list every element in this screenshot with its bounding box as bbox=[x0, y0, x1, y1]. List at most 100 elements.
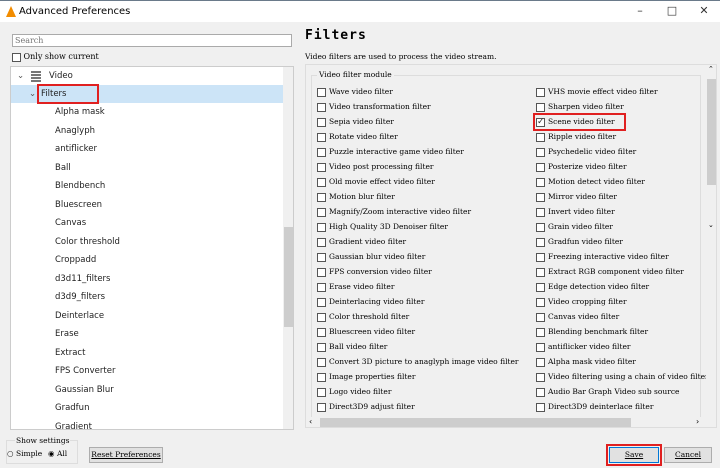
tree-item[interactable]: Deinterlace bbox=[55, 307, 104, 325]
filter-checkbox[interactable]: Gradient video filter bbox=[317, 236, 406, 248]
tree-item[interactable]: FPS Converter bbox=[55, 362, 115, 380]
checkbox[interactable] bbox=[317, 327, 326, 337]
checkbox[interactable] bbox=[536, 372, 545, 382]
filter-checkbox[interactable]: Sepia video filter bbox=[317, 116, 394, 128]
checkbox[interactable] bbox=[536, 327, 545, 337]
tree-item[interactable]: Blendbench bbox=[55, 177, 105, 195]
tree-item[interactable]: Erase bbox=[55, 325, 79, 343]
checkbox[interactable] bbox=[317, 87, 326, 97]
tree-item[interactable]: Gaussian Blur bbox=[55, 381, 114, 399]
checkbox[interactable] bbox=[317, 312, 326, 322]
checkbox[interactable] bbox=[536, 357, 545, 367]
checkbox[interactable] bbox=[317, 342, 326, 352]
checkbox[interactable] bbox=[317, 147, 326, 157]
filter-checkbox[interactable]: Direct3D9 deinterlace filter bbox=[536, 401, 653, 413]
filter-checkbox[interactable]: Rotate video filter bbox=[317, 131, 398, 143]
filter-checkbox[interactable]: Posterize video filter bbox=[536, 161, 627, 173]
checkbox[interactable] bbox=[536, 282, 545, 292]
filter-checkbox[interactable]: Canvas video filter bbox=[536, 311, 619, 323]
chevron-down-icon[interactable]: ⌄ bbox=[17, 67, 24, 85]
tree-item[interactable]: antiflicker bbox=[55, 140, 97, 158]
checkbox[interactable] bbox=[536, 102, 545, 112]
checkbox[interactable] bbox=[317, 372, 326, 382]
checkbox[interactable] bbox=[317, 192, 326, 202]
checkbox[interactable] bbox=[536, 297, 545, 307]
scrollbar-thumb[interactable] bbox=[320, 418, 631, 427]
filter-checkbox[interactable]: VHS movie effect video filter bbox=[536, 86, 658, 98]
filter-checkbox[interactable]: Puzzle interactive game video filter bbox=[317, 146, 464, 158]
tree-scrollbar[interactable] bbox=[283, 67, 293, 429]
checkbox[interactable] bbox=[317, 237, 326, 247]
filter-checkbox[interactable]: Grain video filter bbox=[536, 221, 613, 233]
checkbox[interactable] bbox=[536, 177, 545, 187]
scroll-up-icon[interactable]: ⌃ bbox=[708, 65, 714, 73]
checkbox[interactable] bbox=[317, 387, 326, 397]
checkbox[interactable] bbox=[536, 192, 545, 202]
checkbox[interactable] bbox=[317, 267, 326, 277]
tree-item[interactable]: Ball bbox=[55, 159, 71, 177]
filter-checkbox[interactable]: Color threshold filter bbox=[317, 311, 409, 323]
radio-simple[interactable]: ○ Simple bbox=[7, 449, 42, 458]
filter-checkbox[interactable]: Direct3D9 adjust filter bbox=[317, 401, 415, 413]
tree-item[interactable]: Alpha mask bbox=[55, 103, 105, 121]
filter-checkbox[interactable]: Old movie effect video filter bbox=[317, 176, 435, 188]
filter-checkbox[interactable]: Audio Bar Graph Video sub source bbox=[536, 386, 679, 398]
checkbox[interactable] bbox=[536, 147, 545, 157]
checkbox[interactable] bbox=[317, 357, 326, 367]
filter-checkbox[interactable]: Edge detection video filter bbox=[536, 281, 649, 293]
maximize-button[interactable]: □ bbox=[662, 4, 682, 17]
vertical-scrollbar[interactable]: ⌃ ⌄ bbox=[706, 65, 716, 417]
checkbox[interactable] bbox=[536, 252, 545, 262]
filter-checkbox[interactable]: Psychedelic video filter bbox=[536, 146, 636, 158]
filter-checkbox[interactable]: Scene video filter bbox=[533, 113, 626, 131]
tree-item[interactable]: Canvas bbox=[55, 214, 86, 232]
filter-checkbox[interactable]: Video filtering using a chain of video f… bbox=[536, 371, 716, 383]
filter-checkbox[interactable]: Convert 3D picture to anaglyph image vid… bbox=[317, 356, 519, 368]
reset-preferences-button[interactable]: Reset Preferences bbox=[89, 447, 163, 463]
tree-item[interactable]: Color threshold bbox=[55, 233, 120, 251]
filter-checkbox[interactable]: Extract RGB component video filter bbox=[536, 266, 684, 278]
filter-checkbox[interactable]: Gaussian blur video filter bbox=[317, 251, 425, 263]
checkbox[interactable] bbox=[536, 87, 545, 97]
radio-all[interactable]: ◉ All bbox=[48, 449, 67, 458]
checkbox[interactable] bbox=[317, 207, 326, 217]
filter-checkbox[interactable]: Video transformation filter bbox=[317, 101, 431, 113]
checkbox[interactable] bbox=[536, 267, 545, 277]
checkbox[interactable] bbox=[536, 237, 545, 247]
chevron-down-icon[interactable]: ⌄ bbox=[29, 85, 36, 103]
filter-checkbox[interactable]: Blending benchmark filter bbox=[536, 326, 648, 338]
tree-item[interactable]: d3d9_filters bbox=[55, 288, 105, 306]
filter-checkbox[interactable]: Deinterlacing video filter bbox=[317, 296, 424, 308]
filter-checkbox[interactable]: antiflicker video filter bbox=[536, 341, 630, 353]
checkbox[interactable] bbox=[536, 312, 545, 322]
checkbox[interactable] bbox=[536, 222, 545, 232]
filter-checkbox[interactable]: Sharpen video filter bbox=[536, 101, 624, 113]
filter-checkbox[interactable]: Video post processing filter bbox=[317, 161, 433, 173]
filter-checkbox[interactable]: Motion detect video filter bbox=[536, 176, 645, 188]
tree-item-filters[interactable]: ⌄ Filters bbox=[11, 84, 283, 104]
checkbox[interactable] bbox=[536, 116, 545, 128]
minimize-button[interactable]: – bbox=[630, 4, 650, 17]
tree-item[interactable]: Gradfun bbox=[55, 399, 89, 417]
cancel-button[interactable]: Cancel bbox=[664, 447, 712, 463]
filter-checkbox[interactable]: Bluescreen video filter bbox=[317, 326, 415, 338]
search-input[interactable] bbox=[12, 34, 292, 47]
filter-checkbox[interactable]: High Quality 3D Denoiser filter bbox=[317, 221, 448, 233]
checkbox[interactable] bbox=[536, 342, 545, 352]
filter-checkbox[interactable]: Freezing interactive video filter bbox=[536, 251, 669, 263]
save-button[interactable]: Save bbox=[606, 444, 662, 466]
filters-scroll-area[interactable]: Video filter module Wave video filter Vid… bbox=[305, 64, 717, 428]
filter-checkbox[interactable]: Motion blur filter bbox=[317, 191, 395, 203]
checkbox[interactable] bbox=[536, 402, 545, 412]
checkbox[interactable] bbox=[317, 162, 326, 172]
checkbox[interactable] bbox=[536, 132, 545, 142]
scrollbar-thumb[interactable] bbox=[284, 227, 293, 327]
filter-checkbox[interactable]: Wave video filter bbox=[317, 86, 393, 98]
filter-checkbox[interactable]: Invert video filter bbox=[536, 206, 615, 218]
tree-item[interactable]: Croppadd bbox=[55, 251, 96, 269]
tree-item[interactable]: Bluescreen bbox=[55, 196, 102, 214]
filter-checkbox[interactable]: Alpha mask video filter bbox=[536, 356, 636, 368]
checkbox[interactable] bbox=[536, 162, 545, 172]
tree-item-video[interactable]: ⌄ Video bbox=[11, 67, 283, 85]
checkbox[interactable] bbox=[317, 222, 326, 232]
